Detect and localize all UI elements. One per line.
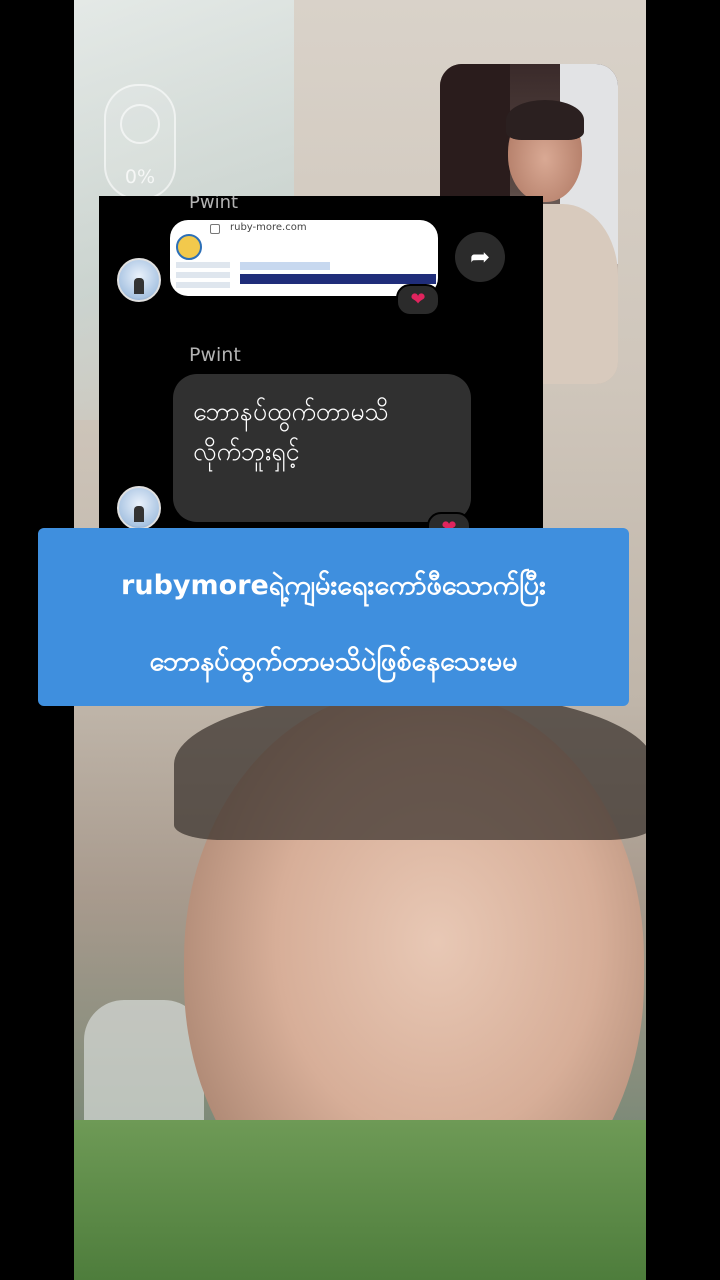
lock-icon (210, 224, 220, 234)
sender-name: Pwint (189, 344, 241, 366)
message-bubble: ဘောနပ်ထွက်တာမသိ လိုက်ဘူးရှင့် (173, 374, 471, 522)
caption-line: rubymoreရဲ့ကျမ်းရေးကော်ဖီသောက်ပြီး (121, 570, 546, 601)
battery-indicator: 0% (104, 84, 176, 200)
battery-percent: 0% (124, 166, 156, 188)
sender-name: Pwint (189, 196, 239, 213)
avatar (117, 258, 161, 302)
preview-url: ruby-more.com (230, 222, 307, 233)
share-arrow-icon[interactable]: ➦ (455, 232, 505, 282)
caption-line: ဘောနပ်ထွက်တာမသိပဲဖြစ်နေသေးမမ (149, 646, 518, 677)
message-line: လိုက်ဘူးရှင့် (193, 437, 300, 466)
heart-icon: ❤ (396, 284, 440, 316)
link-preview[interactable]: ruby-more.com (170, 220, 438, 296)
avatar (117, 486, 161, 530)
video-caption: rubymoreရဲ့ကျမ်းရေးကော်ဖီသောက်ပြီး ဘောနပ… (38, 528, 629, 706)
battery-icon (120, 104, 160, 144)
message-line: ဘောနပ်ထွက်တာမသိ (193, 397, 389, 426)
chat-screenshot: Pwint ruby-more.com ➦ ❤ Pwint ဘောနပ်ထွက်… (99, 196, 543, 530)
site-logo (176, 234, 202, 260)
